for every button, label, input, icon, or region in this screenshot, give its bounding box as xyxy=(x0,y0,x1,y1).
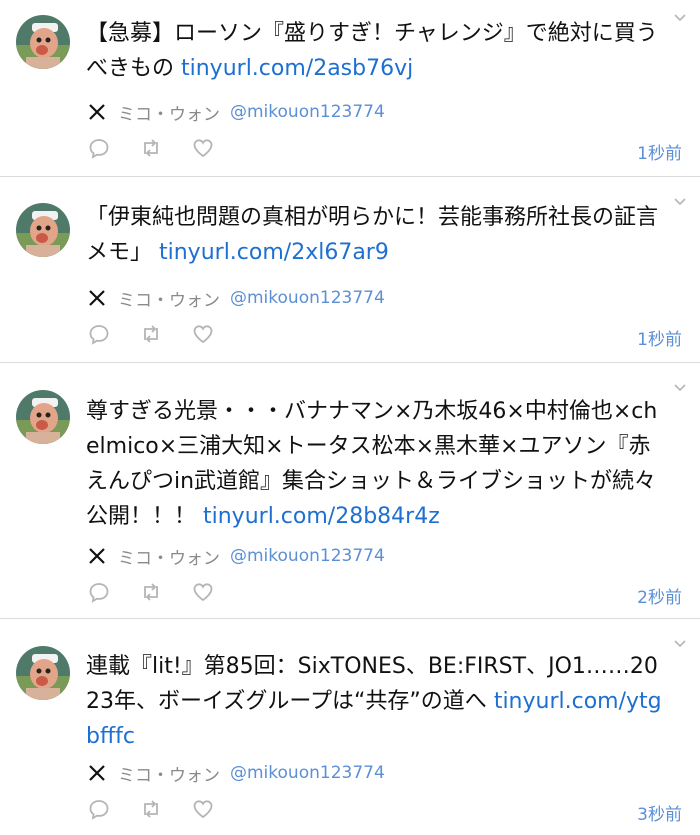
chevron-down-icon[interactable] xyxy=(674,640,686,648)
reply-icon[interactable] xyxy=(88,323,110,345)
post-time[interactable]: 2秒前 xyxy=(637,583,682,608)
like-icon[interactable] xyxy=(192,798,214,820)
author-name[interactable]: ミコ・ウォン xyxy=(118,544,220,569)
x-logo-icon xyxy=(89,765,105,781)
x-logo-icon xyxy=(89,104,105,120)
x-logo-icon xyxy=(89,548,105,564)
post-card[interactable]: 尊すぎる光景・・・バナナマン×乃木坂46×中村倫也×chelmico×三浦大知×… xyxy=(0,363,700,619)
retweet-icon[interactable] xyxy=(140,798,162,820)
author-row: ミコ・ウォン @mikouon123774 xyxy=(88,761,385,786)
author-handle[interactable]: @mikouon123774 xyxy=(230,288,385,308)
avatar[interactable] xyxy=(16,15,70,69)
post-link[interactable]: tinyurl.com/28b84r4z xyxy=(203,504,440,529)
post-card[interactable]: 連載『lit!』第85回：SixTONES、BE:FIRST、JO1……2023… xyxy=(0,619,700,835)
author-name[interactable]: ミコ・ウォン xyxy=(118,286,220,311)
action-bar xyxy=(88,323,244,345)
reply-icon[interactable] xyxy=(88,137,110,159)
chevron-down-icon[interactable] xyxy=(674,14,686,22)
avatar[interactable] xyxy=(16,646,70,700)
reply-icon[interactable] xyxy=(88,798,110,820)
retweet-icon[interactable] xyxy=(140,137,162,159)
author-handle[interactable]: @mikouon123774 xyxy=(230,102,385,122)
post-time[interactable]: 1秒前 xyxy=(637,325,682,350)
post-text: 連載『lit!』第85回：SixTONES、BE:FIRST、JO1……2023… xyxy=(86,649,666,754)
post-link[interactable]: tinyurl.com/2asb76vj xyxy=(181,56,413,81)
avatar[interactable] xyxy=(16,203,70,257)
author-name[interactable]: ミコ・ウォン xyxy=(118,761,220,786)
retweet-icon[interactable] xyxy=(140,581,162,603)
author-row: ミコ・ウォン @mikouon123774 xyxy=(88,286,385,311)
timeline-feed: 【急募】ローソン『盛りすぎ！チャレンジ』で絶対に買うべきもの tinyurl.c… xyxy=(0,0,700,835)
like-icon[interactable] xyxy=(192,323,214,345)
author-row: ミコ・ウォン @mikouon123774 xyxy=(88,544,385,569)
author-row: ミコ・ウォン @mikouon123774 xyxy=(88,100,385,125)
author-handle[interactable]: @mikouon123774 xyxy=(230,546,385,566)
post-card[interactable]: 【急募】ローソン『盛りすぎ！チャレンジ』で絶対に買うべきもの tinyurl.c… xyxy=(0,0,700,177)
post-text: 【急募】ローソン『盛りすぎ！チャレンジ』で絶対に買うべきもの tinyurl.c… xyxy=(86,16,666,86)
action-bar xyxy=(88,137,244,159)
post-text: 「伊東純也問題の真相が明らかに！芸能事務所社長の証言メモ」 tinyurl.co… xyxy=(86,200,666,270)
chevron-down-icon[interactable] xyxy=(674,384,686,392)
reply-icon[interactable] xyxy=(88,581,110,603)
post-card[interactable]: 「伊東純也問題の真相が明らかに！芸能事務所社長の証言メモ」 tinyurl.co… xyxy=(0,177,700,363)
author-name[interactable]: ミコ・ウォン xyxy=(118,100,220,125)
avatar[interactable] xyxy=(16,390,70,444)
action-bar xyxy=(88,798,244,820)
chevron-down-icon[interactable] xyxy=(674,198,686,206)
action-bar xyxy=(88,581,244,603)
post-link[interactable]: tinyurl.com/2xl67ar9 xyxy=(159,240,389,265)
x-logo-icon xyxy=(89,290,105,306)
like-icon[interactable] xyxy=(192,581,214,603)
author-handle[interactable]: @mikouon123774 xyxy=(230,763,385,783)
post-text: 尊すぎる光景・・・バナナマン×乃木坂46×中村倫也×chelmico×三浦大知×… xyxy=(86,394,666,534)
post-time[interactable]: 3秒前 xyxy=(637,800,682,825)
like-icon[interactable] xyxy=(192,137,214,159)
post-time[interactable]: 1秒前 xyxy=(637,139,682,164)
retweet-icon[interactable] xyxy=(140,323,162,345)
